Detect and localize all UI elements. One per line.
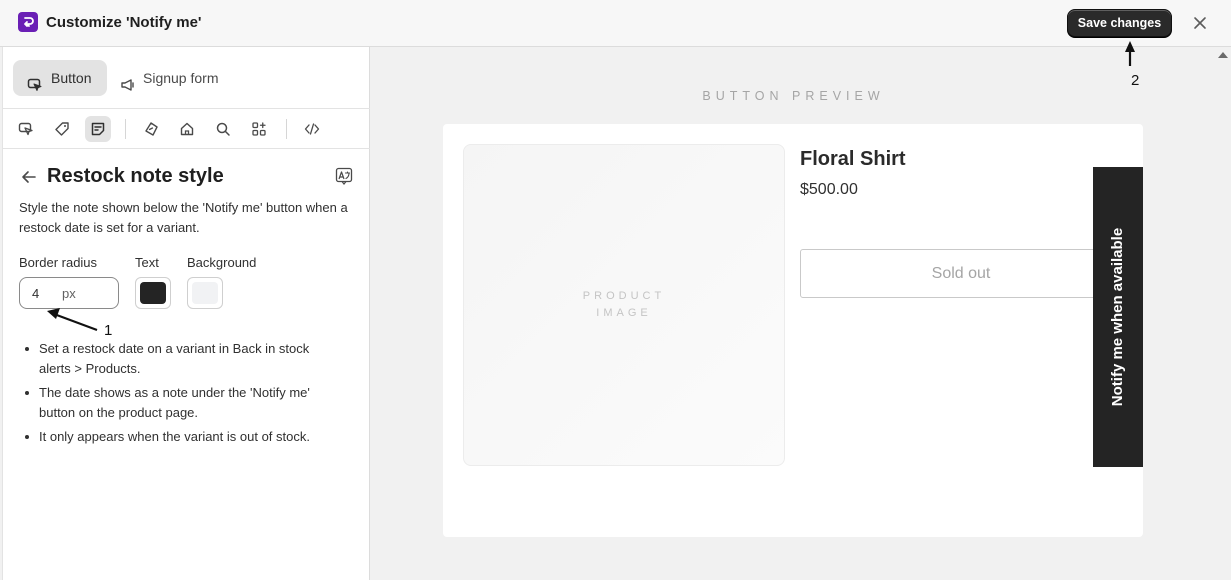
product-image-text-line: PRODUCT bbox=[582, 290, 666, 302]
preview-area: BUTTON PREVIEW PRODUCT IMAGE Floral Shir… bbox=[371, 47, 1216, 580]
back-arrow-icon[interactable] bbox=[19, 167, 39, 187]
product-name: Floral Shirt bbox=[800, 148, 906, 170]
megaphone-icon bbox=[120, 70, 136, 106]
close-icon[interactable] bbox=[1190, 13, 1210, 33]
toolbar-divider bbox=[125, 119, 126, 139]
border-radius-value: 4 bbox=[32, 286, 40, 301]
section-description: Style the note shown below the 'Notify m… bbox=[19, 200, 348, 235]
scroll-up-arrow-icon[interactable] bbox=[1218, 52, 1228, 58]
preview-label: BUTTON PREVIEW bbox=[702, 89, 885, 103]
save-changes-button[interactable]: Save changes bbox=[1067, 9, 1172, 37]
notify-me-floating-tab[interactable]: Notify me when available bbox=[1093, 167, 1143, 467]
product-image-text-line: IMAGE bbox=[596, 307, 652, 319]
note-icon[interactable] bbox=[85, 116, 111, 142]
product-image-placeholder: PRODUCT IMAGE bbox=[463, 144, 785, 466]
home-icon[interactable] bbox=[174, 116, 200, 142]
window-header: Customize 'Notify me' Save changes bbox=[0, 0, 1231, 47]
annotation-marker-2: 2 bbox=[1131, 72, 1140, 89]
section-title: Restock note style bbox=[47, 165, 224, 187]
scrollbar[interactable] bbox=[1216, 47, 1231, 580]
background-color-swatch[interactable] bbox=[187, 277, 223, 309]
code-icon[interactable] bbox=[299, 116, 325, 142]
text-color-label: Text bbox=[135, 255, 159, 270]
sold-out-button[interactable]: Sold out bbox=[800, 249, 1122, 298]
window-title: Customize 'Notify me' bbox=[46, 14, 202, 31]
tab-bar: Button Signup form bbox=[3, 47, 370, 109]
tag-icon[interactable] bbox=[49, 116, 75, 142]
product-image-text: PRODUCT IMAGE bbox=[464, 288, 784, 322]
product-price: $500.00 bbox=[800, 181, 858, 198]
cursor-click-icon bbox=[27, 70, 43, 106]
annotation-marker-1: 1 bbox=[104, 322, 113, 339]
section-toolbar bbox=[3, 109, 370, 149]
list-item: It only appears when the variant is out … bbox=[19, 427, 339, 447]
toolbar-divider bbox=[286, 119, 287, 139]
border-radius-label: Border radius bbox=[19, 255, 98, 270]
translate-icon[interactable] bbox=[334, 166, 354, 186]
list-item: The date shows as a note under the 'Noti… bbox=[19, 383, 339, 423]
border-radius-input[interactable]: 4 px bbox=[19, 277, 119, 309]
tips-list: Set a restock date on a variant in Back … bbox=[19, 339, 339, 451]
background-color-fill bbox=[192, 282, 218, 304]
price-tag-icon[interactable] bbox=[138, 116, 164, 142]
cursor-icon[interactable] bbox=[13, 116, 39, 142]
text-color-fill bbox=[140, 282, 166, 304]
apps-icon[interactable] bbox=[246, 116, 272, 142]
search-icon[interactable] bbox=[210, 116, 236, 142]
product-preview-card: PRODUCT IMAGE Floral Shirt $500.00 Sold … bbox=[443, 124, 1143, 537]
tab-button[interactable]: Button bbox=[13, 60, 107, 96]
tab-signup-form[interactable]: Signup form bbox=[111, 60, 231, 96]
notify-me-tab-label: Notify me when available bbox=[1109, 227, 1126, 407]
list-item: Set a restock date on a variant in Back … bbox=[19, 339, 339, 379]
tab-button-label: Button bbox=[51, 70, 92, 86]
tab-signup-form-label: Signup form bbox=[143, 70, 219, 86]
text-color-swatch[interactable] bbox=[135, 277, 171, 309]
border-radius-unit: px bbox=[62, 286, 76, 301]
app-logo-icon bbox=[18, 12, 38, 32]
settings-sidebar: Button Signup form Restock note style St… bbox=[2, 47, 370, 580]
background-color-label: Background bbox=[187, 255, 257, 270]
